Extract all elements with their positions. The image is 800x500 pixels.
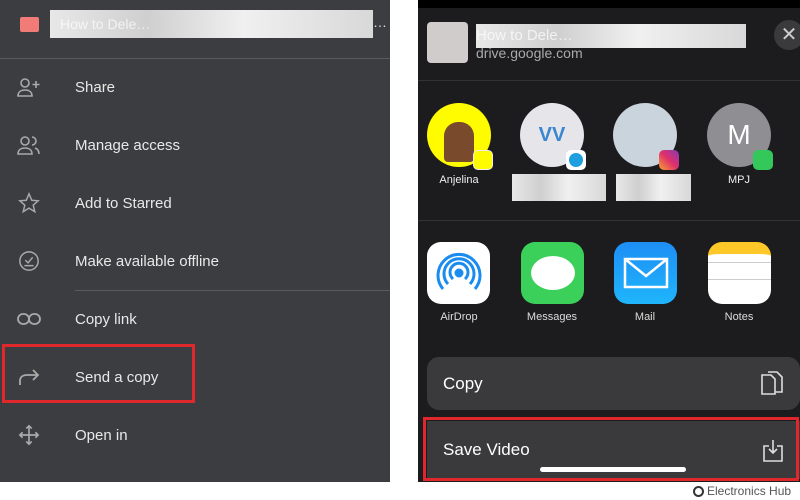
notes-icon[interactable] [708,242,771,304]
file-thumbnail [427,22,468,63]
copy-action[interactable]: Copy [427,357,800,410]
airdrop-icon[interactable] [427,242,490,304]
highlight-box [2,344,195,403]
close-icon[interactable]: ✕ [774,20,800,50]
contact-name: Anjelina [439,174,479,186]
menu-item-share[interactable]: Share [0,58,390,116]
contact-name-blurred [512,174,606,201]
menu-item-copy-link[interactable]: Copy link [0,290,390,348]
contact-name: MPJ [728,174,750,186]
menu-item-open-in[interactable]: Open in [0,406,390,464]
star-icon [0,192,75,214]
contact-anjelina[interactable] [427,103,493,170]
instagram-icon [659,150,679,170]
messages-icon[interactable] [521,242,584,304]
contact-mpj[interactable]: M [707,103,773,170]
menu-item-add-to-starred[interactable]: Add to Starred [0,174,390,232]
copy-icon [761,370,783,395]
file-title: How to Dele… [50,10,373,38]
skype-icon [566,150,586,170]
people-icon [0,135,75,155]
contact-name-blurred [616,174,691,201]
video-file-icon [20,17,39,32]
electronics-hub-logo-icon [693,485,704,497]
snapchat-icon [473,150,493,170]
menu-item-manage-access[interactable]: Manage access [0,116,390,174]
contact-vv[interactable]: VV [520,103,586,170]
messages-badge-icon [753,150,773,170]
mail-icon[interactable] [614,242,677,304]
highlight-box [423,417,799,481]
offline-check-icon [0,250,75,272]
menu-item-make-offline[interactable]: Make available offline [0,232,390,290]
move-arrows-icon [0,424,75,446]
watermark: Electronics Hub [693,484,791,498]
share-domain: drive.google.com [476,45,583,61]
link-icon [0,312,75,326]
person-add-icon [0,77,75,97]
contact-instagram[interactable] [613,103,679,170]
ios-share-sheet: How to Dele… drive.google.com ✕ Anjelina… [418,0,800,482]
drive-action-menu: How to Dele… … Share Manage access Add t… [0,0,390,482]
